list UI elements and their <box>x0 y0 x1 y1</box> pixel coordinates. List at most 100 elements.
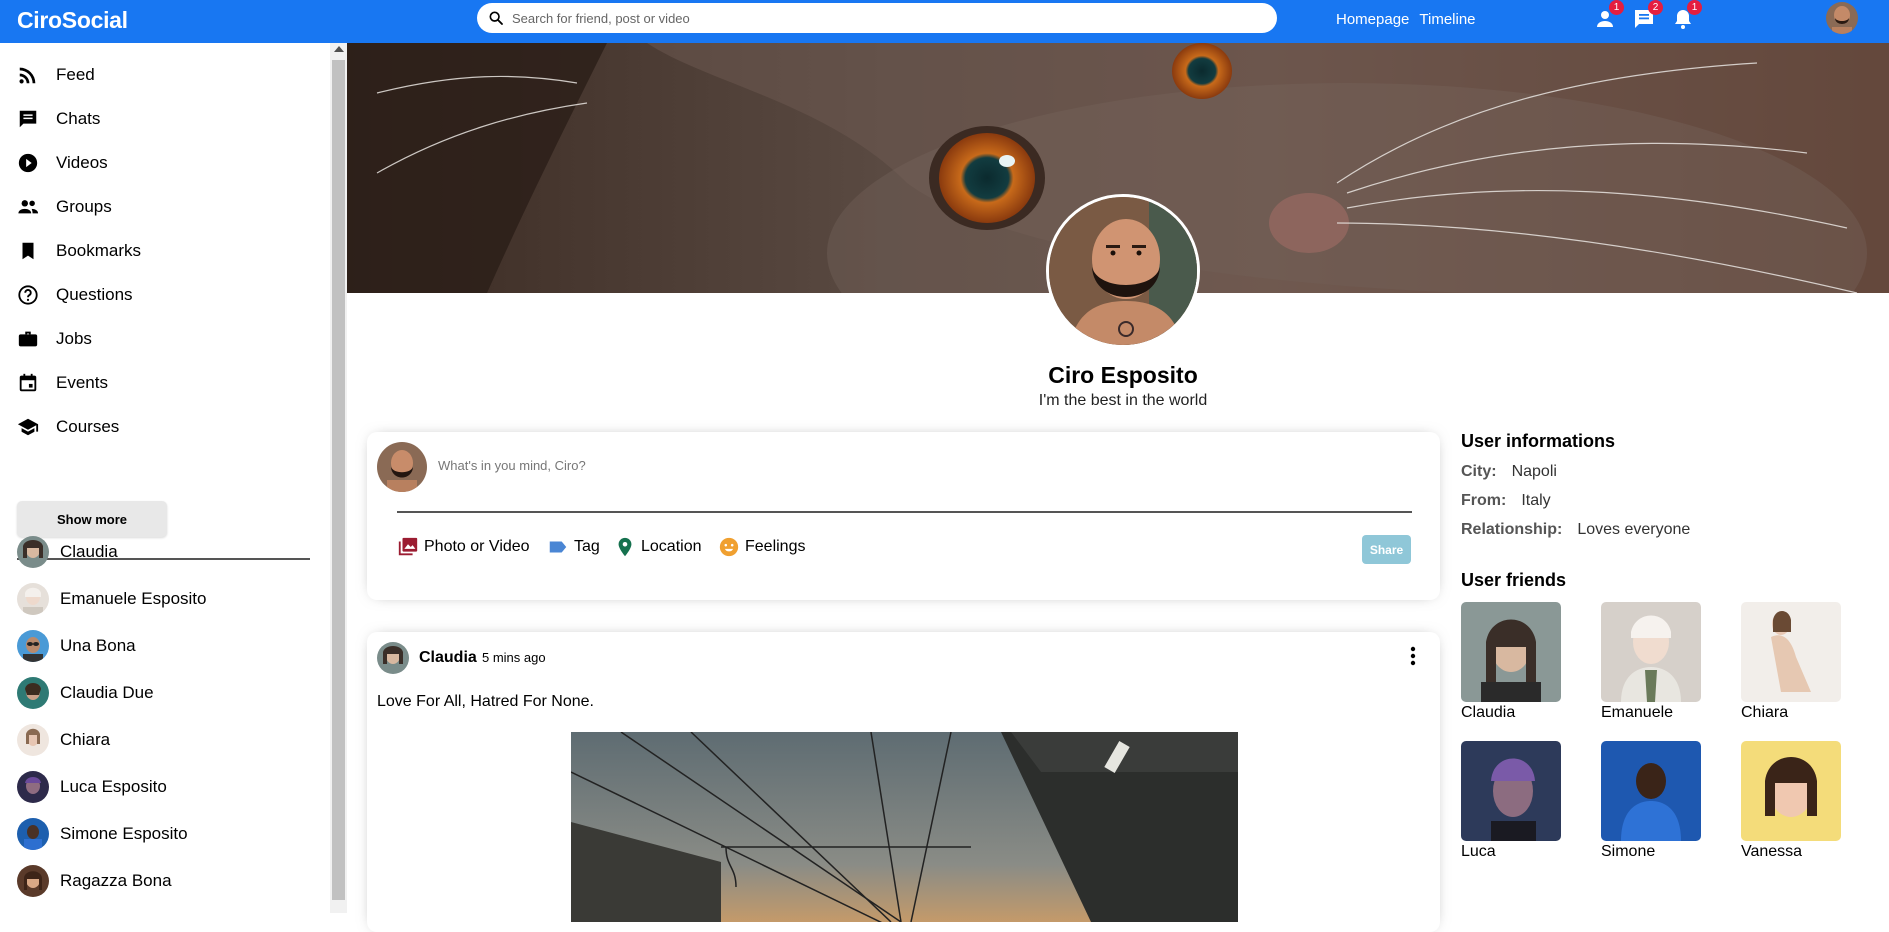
user-avatar[interactable] <box>1826 2 1858 34</box>
post-time: 5 mins ago <box>482 650 546 665</box>
timeline-link[interactable]: Timeline <box>1419 11 1475 28</box>
chat-icon <box>19 110 37 128</box>
sidebar-item-label: Groups <box>56 197 112 216</box>
post-card: Claudia 5 mins ago Love For All, Hatred … <box>367 632 1440 932</box>
sidebar-item-events[interactable]: Events <box>17 368 108 398</box>
label-icon <box>549 541 567 553</box>
friend-card[interactable]: Vanessa <box>1741 741 1841 861</box>
profile-picture[interactable] <box>1046 194 1200 348</box>
friend-name: Claudia <box>1461 704 1516 721</box>
scroll-up-icon[interactable] <box>334 46 344 52</box>
group-icon <box>18 200 39 214</box>
sidebar-friend[interactable]: Luca Esposito <box>17 770 167 804</box>
sidebar-friend[interactable]: Ragazza Bona <box>17 864 172 898</box>
homepage-link[interactable]: Homepage <box>1336 11 1409 28</box>
friend-card[interactable]: Claudia <box>1461 602 1561 722</box>
friend-requests-button[interactable]: 1 <box>1593 0 1624 31</box>
search-input[interactable] <box>512 10 1252 26</box>
help-outline-icon <box>18 285 38 305</box>
friend-name: Claudia <box>60 542 118 561</box>
friend-avatar <box>17 724 49 756</box>
sidebar-friend[interactable]: Chiara <box>17 723 110 757</box>
notifications-button[interactable]: 1 <box>1671 0 1702 31</box>
rss-feed-icon <box>19 67 36 84</box>
work-icon <box>18 331 38 347</box>
sidebar-friend[interactable]: Simone Esposito <box>17 817 188 851</box>
sidebar-item-label: Questions <box>56 285 133 304</box>
info-value: Loves everyone <box>1577 521 1691 538</box>
share-option-label: Tag <box>574 538 600 555</box>
app-logo[interactable]: CiroSocial <box>17 7 128 34</box>
post-author[interactable]: Claudia <box>419 649 477 667</box>
photo-library-icon <box>398 537 418 556</box>
share-avatar <box>377 442 427 492</box>
sidebar-item-label: Events <box>56 373 108 392</box>
share-option-location[interactable]: Location <box>614 536 702 558</box>
post-text: Love For All, Hatred For None. <box>377 693 594 710</box>
friend-name: Ragazza Bona <box>60 871 172 890</box>
sidebar-friend[interactable]: Una Bona <box>17 629 136 663</box>
sidebar-scrollbar[interactable] <box>330 43 347 913</box>
friend-avatar <box>17 865 49 897</box>
sidebar-item-label: Courses <box>56 417 120 436</box>
sidebar-item-courses[interactable]: Courses <box>17 412 119 442</box>
user-info-title: User informations <box>1461 431 1616 451</box>
sidebar-item-videos[interactable]: Videos <box>17 148 108 178</box>
event-icon <box>19 373 37 392</box>
friend-name: Emanuele Esposito <box>60 589 207 608</box>
profile-description: I'm the best in the world <box>1038 392 1208 409</box>
play-circle-icon <box>18 153 38 173</box>
friend-avatar <box>17 536 49 568</box>
location-pin-icon <box>618 537 632 557</box>
friend-card[interactable]: Simone <box>1601 741 1701 861</box>
sidebar-friend[interactable]: Claudia Due <box>17 676 154 710</box>
sidebar-item-jobs[interactable]: Jobs <box>17 324 92 354</box>
share-option-tag[interactable]: Tag <box>547 536 600 558</box>
share-divider <box>397 511 1412 513</box>
sidebar-item-bookmarks[interactable]: Bookmarks <box>17 236 141 266</box>
share-input[interactable] <box>438 458 1038 473</box>
sidebar-friend[interactable]: Emanuele Esposito <box>17 582 206 616</box>
share-button[interactable]: Share <box>1362 535 1411 564</box>
friend-avatar <box>17 771 49 803</box>
post-author-avatar[interactable] <box>377 642 409 674</box>
share-option-photo[interactable]: Photo or Video <box>397 536 530 558</box>
scrollbar-thumb[interactable] <box>332 60 345 900</box>
info-row-relationship: Relationship: Loves everyone <box>1461 521 1690 539</box>
sidebar-friend[interactable]: Claudia <box>17 535 118 569</box>
info-row-city: City: Napoli <box>1461 463 1557 481</box>
info-key: From: <box>1461 492 1507 509</box>
search-bar[interactable] <box>477 3 1277 33</box>
topbar: CiroSocial Homepage Timeline 1 2 1 <box>0 0 1889 43</box>
sidebar-item-label: Feed <box>56 65 95 84</box>
notifications-badge: 1 <box>1687 0 1702 15</box>
info-row-from: From: Italy <box>1461 492 1551 510</box>
user-friends-title: User friends <box>1461 570 1567 590</box>
friend-card[interactable]: Chiara <box>1741 602 1841 722</box>
sidebar-item-groups[interactable]: Groups <box>17 192 112 222</box>
friend-name: Emanuele <box>1601 704 1674 721</box>
friend-name: Chiara <box>60 730 111 749</box>
messages-button[interactable]: 2 <box>1632 0 1663 31</box>
sidebar-item-feed[interactable]: Feed <box>17 60 95 90</box>
friend-avatar <box>17 583 49 615</box>
friend-photo <box>1601 602 1701 702</box>
show-more-button[interactable]: Show more <box>17 501 167 537</box>
top-links: Homepage Timeline <box>1336 11 1476 28</box>
messages-badge: 2 <box>1648 0 1663 15</box>
friend-name: Luca <box>1461 843 1496 860</box>
sidebar-item-label: Bookmarks <box>56 241 142 260</box>
post-image <box>571 732 1238 922</box>
share-option-label: Photo or Video <box>424 538 530 555</box>
more-vert-icon[interactable] <box>1409 645 1417 667</box>
share-option-feelings[interactable]: Feelings <box>718 536 805 558</box>
info-key: Relationship: <box>1461 521 1563 538</box>
friend-requests-badge: 1 <box>1609 0 1624 15</box>
friend-card[interactable]: Emanuele <box>1601 602 1701 722</box>
friend-photo <box>1461 602 1561 702</box>
sidebar-item-questions[interactable]: Questions <box>17 280 133 310</box>
sidebar-item-label: Videos <box>56 153 108 172</box>
friend-name: Simone <box>1601 843 1656 860</box>
friend-card[interactable]: Luca <box>1461 741 1561 861</box>
sidebar-item-chats[interactable]: Chats <box>17 104 100 134</box>
